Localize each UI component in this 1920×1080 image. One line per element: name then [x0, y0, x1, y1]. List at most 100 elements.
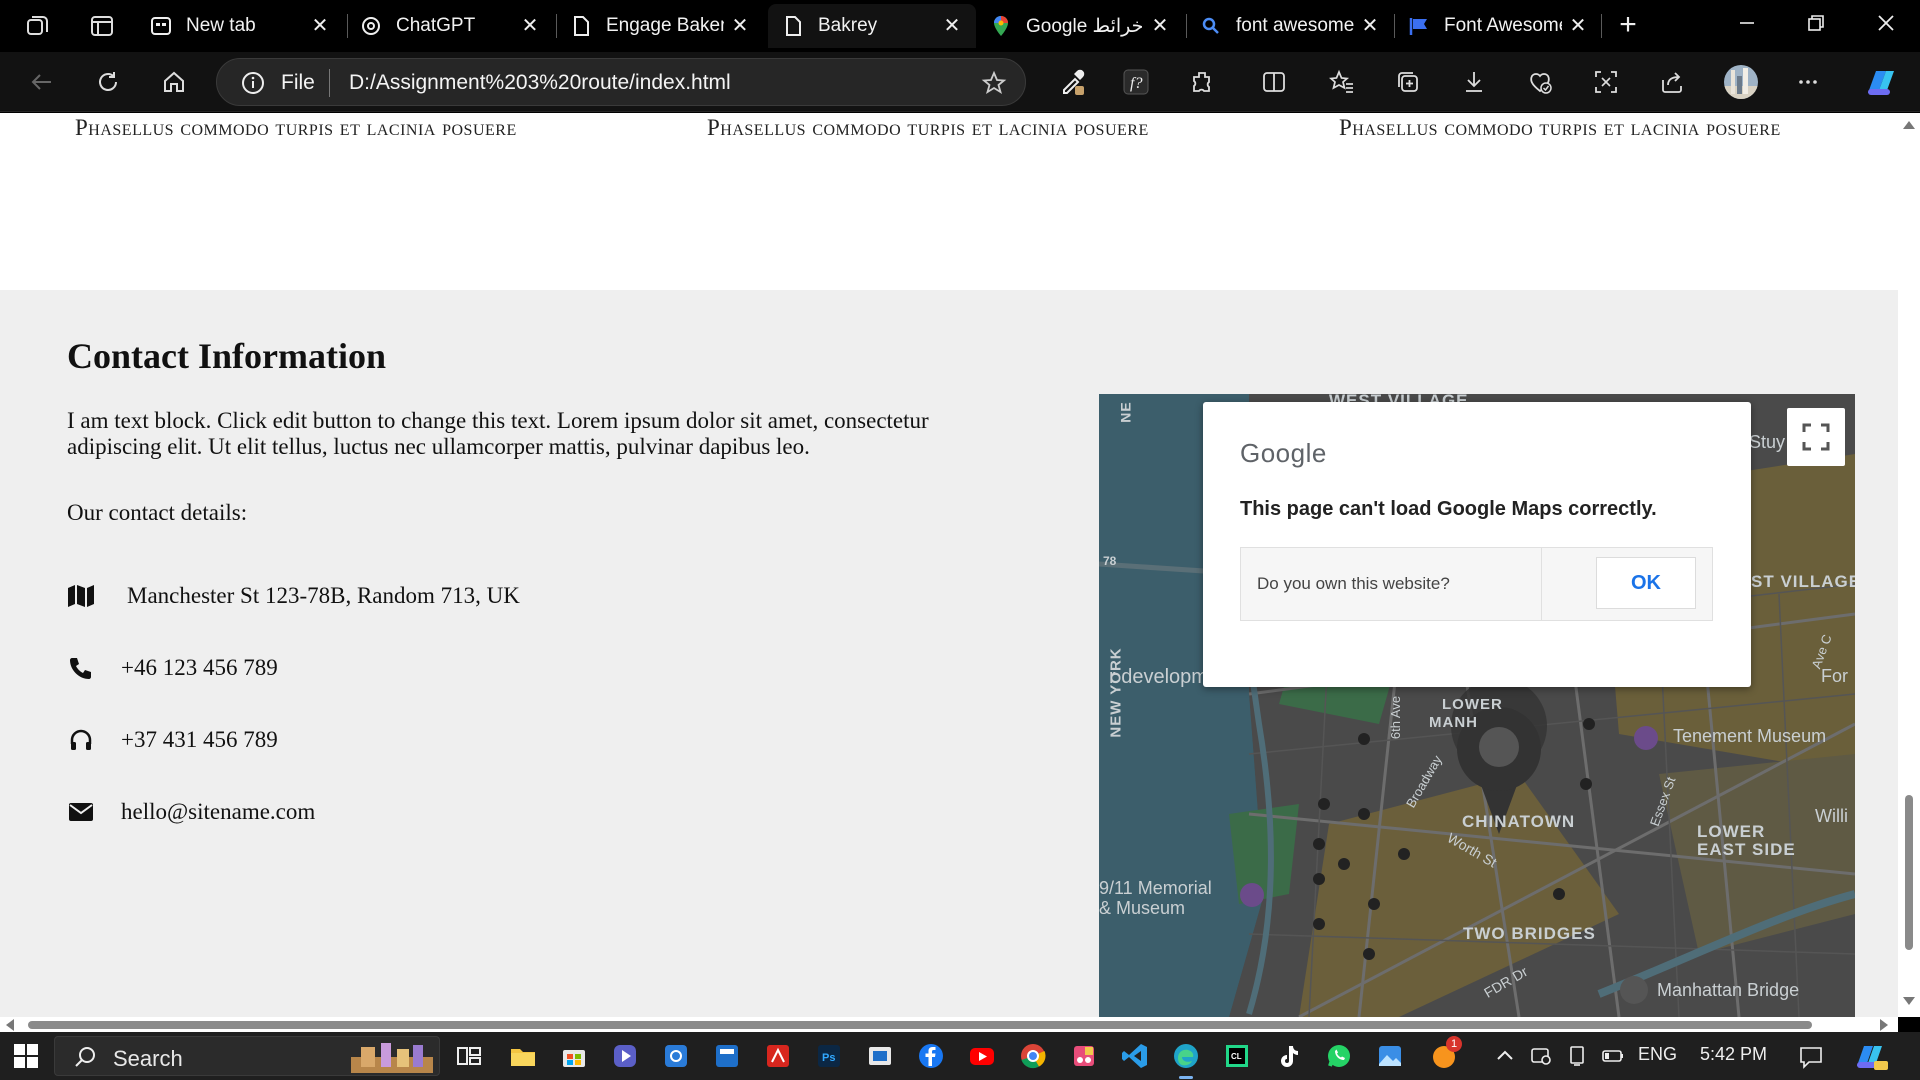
back-icon[interactable]	[27, 67, 57, 97]
close-window-button[interactable]	[1866, 10, 1906, 42]
vertical-scrollbar[interactable]	[1898, 113, 1920, 1017]
share-icon[interactable]	[1657, 67, 1687, 97]
tab-engage-bakery[interactable]: Engage Bakery ✕	[556, 4, 764, 48]
tab-font-awesome[interactable]: Font Awesome ✕	[1394, 4, 1602, 48]
show-hidden-icons-icon[interactable]	[1493, 1044, 1517, 1068]
contact-paragraph: I am text block. Click edit button to ch…	[67, 408, 929, 459]
tiktok-icon[interactable]	[1274, 1042, 1302, 1070]
battery-tray-icon[interactable]	[1601, 1044, 1625, 1068]
calculator-app-icon[interactable]	[713, 1042, 741, 1070]
url-text[interactable]: D:/Assignment%203%20route/index.html	[349, 71, 731, 95]
close-tab-icon[interactable]: ✕	[1568, 16, 1588, 36]
scroll-thumb[interactable]	[28, 1021, 1812, 1029]
svg-text:CL: CL	[1231, 1052, 1242, 1061]
tab-font-awesome-search[interactable]: font awesome ✕	[1186, 4, 1394, 48]
close-tab-icon[interactable]: ✕	[310, 16, 330, 36]
new-tab-button[interactable]: +	[1614, 10, 1642, 40]
contact-support-text: +37 431 456 789	[121, 727, 278, 752]
clock[interactable]: 5:42 PM	[1700, 1044, 1767, 1065]
address-bar[interactable]: File D:/Assignment%203%20route/index.htm…	[216, 58, 1026, 106]
favorites-icon[interactable]	[1327, 67, 1357, 97]
downloads-icon[interactable]	[1459, 67, 1489, 97]
home-icon[interactable]	[159, 67, 189, 97]
map-label: Stuy	[1749, 432, 1786, 452]
contact-phone-row: +46 123 456 789	[67, 653, 278, 683]
microsoft-store-icon[interactable]	[560, 1042, 588, 1070]
facebook-icon[interactable]	[917, 1042, 945, 1070]
scroll-thumb[interactable]	[1905, 795, 1913, 950]
edge-icon[interactable]	[1172, 1042, 1200, 1070]
browser-essentials-icon[interactable]	[1525, 67, 1555, 97]
map-label: MANH	[1429, 714, 1478, 731]
file-explorer-icon[interactable]	[509, 1042, 537, 1070]
refresh-icon[interactable]	[93, 67, 123, 97]
scroll-left-arrow-icon[interactable]	[6, 1019, 14, 1031]
scroll-down-arrow-icon[interactable]	[1903, 997, 1915, 1005]
font-finder-extension-icon[interactable]: f?	[1121, 67, 1151, 97]
language-indicator[interactable]: ENG	[1638, 1044, 1677, 1065]
tab-actions-icon[interactable]	[88, 12, 116, 40]
feature-title: Phasellus commodo turpis et lacinia posu…	[75, 115, 517, 140]
network-tray-icon[interactable]	[1565, 1044, 1589, 1068]
clion-icon[interactable]: CL	[1223, 1042, 1251, 1070]
task-view-icon[interactable]	[455, 1042, 483, 1070]
google-map-embed[interactable]: WEST VILLAGE ST VILLAGE LOWER MANH CHINA…	[1099, 394, 1855, 1017]
tab-google-maps[interactable]: Google خرائط ✕	[976, 4, 1184, 48]
close-tab-icon[interactable]: ✕	[942, 16, 962, 36]
ok-button[interactable]: OK	[1596, 557, 1696, 609]
app-window-icon[interactable]	[866, 1042, 894, 1070]
favorite-star-icon[interactable]	[981, 70, 1007, 96]
restore-button[interactable]	[1796, 10, 1836, 42]
photoshop-icon[interactable]: Ps	[815, 1042, 843, 1070]
windows-taskbar: Search Ps CL 1 ENG 5:42 PM	[0, 1032, 1920, 1080]
tab-chatgpt[interactable]: ChatGPT ✕	[346, 4, 554, 48]
fullscreen-icon	[1802, 423, 1830, 451]
settings-app-icon[interactable]	[662, 1042, 690, 1070]
snipping-tool-icon[interactable]	[1070, 1042, 1098, 1070]
map-fullscreen-button[interactable]	[1787, 408, 1845, 466]
profile-avatar[interactable]	[1723, 64, 1759, 100]
horizontal-scrollbar[interactable]	[0, 1017, 1898, 1032]
tab-title: font awesome	[1236, 15, 1354, 36]
own-website-link[interactable]: Do you own this website?	[1257, 574, 1450, 594]
actions-divider	[1541, 548, 1542, 620]
copilot-icon[interactable]	[1862, 65, 1900, 99]
youtube-icon[interactable]	[968, 1042, 996, 1070]
device-manager-tray-icon[interactable]	[1529, 1044, 1553, 1068]
taskbar-search[interactable]: Search	[54, 1036, 440, 1076]
screenshot-icon[interactable]	[1591, 67, 1621, 97]
tab-bakrey[interactable]: Bakrey ✕	[768, 4, 976, 48]
tab-new-tab[interactable]: New tab ✕	[136, 4, 344, 48]
photos-icon[interactable]	[1376, 1042, 1404, 1070]
taskbar-search-label: Search	[113, 1046, 183, 1071]
envelope-icon	[67, 798, 95, 826]
contact-details-label: Our contact details:	[67, 500, 248, 525]
windows-start-icon[interactable]	[14, 1044, 38, 1068]
info-icon[interactable]	[241, 71, 265, 95]
scroll-right-arrow-icon[interactable]	[1880, 1019, 1888, 1031]
notifications-icon[interactable]	[1798, 1044, 1822, 1069]
address-divider	[329, 69, 330, 97]
whatsapp-icon[interactable]	[1325, 1042, 1353, 1070]
minimize-button[interactable]	[1727, 10, 1767, 42]
vscode-icon[interactable]	[1121, 1042, 1149, 1070]
copilot-taskbar-icon[interactable]	[1852, 1041, 1888, 1071]
collections-icon[interactable]	[1393, 67, 1423, 97]
media-player-icon[interactable]	[611, 1042, 639, 1070]
close-tab-icon[interactable]: ✕	[730, 16, 750, 36]
contact-heading: Contact Information	[67, 336, 386, 376]
more-options-icon[interactable]	[1793, 67, 1823, 97]
eyedropper-extension-icon[interactable]	[1057, 67, 1087, 97]
close-tab-icon[interactable]: ✕	[1150, 16, 1170, 36]
close-tab-icon[interactable]: ✕	[1360, 16, 1380, 36]
close-tab-icon[interactable]: ✕	[520, 16, 540, 36]
page-icon	[570, 15, 592, 37]
weather-widget-icon[interactable]: 1	[1430, 1036, 1462, 1070]
extensions-icon[interactable]	[1187, 67, 1217, 97]
split-screen-icon[interactable]	[1259, 67, 1289, 97]
scroll-up-arrow-icon[interactable]	[1903, 121, 1915, 129]
map-label: ST VILLAGE	[1751, 572, 1855, 591]
acrobat-icon[interactable]	[764, 1042, 792, 1070]
chrome-icon[interactable]	[1019, 1042, 1047, 1070]
workspaces-icon[interactable]	[24, 12, 52, 40]
